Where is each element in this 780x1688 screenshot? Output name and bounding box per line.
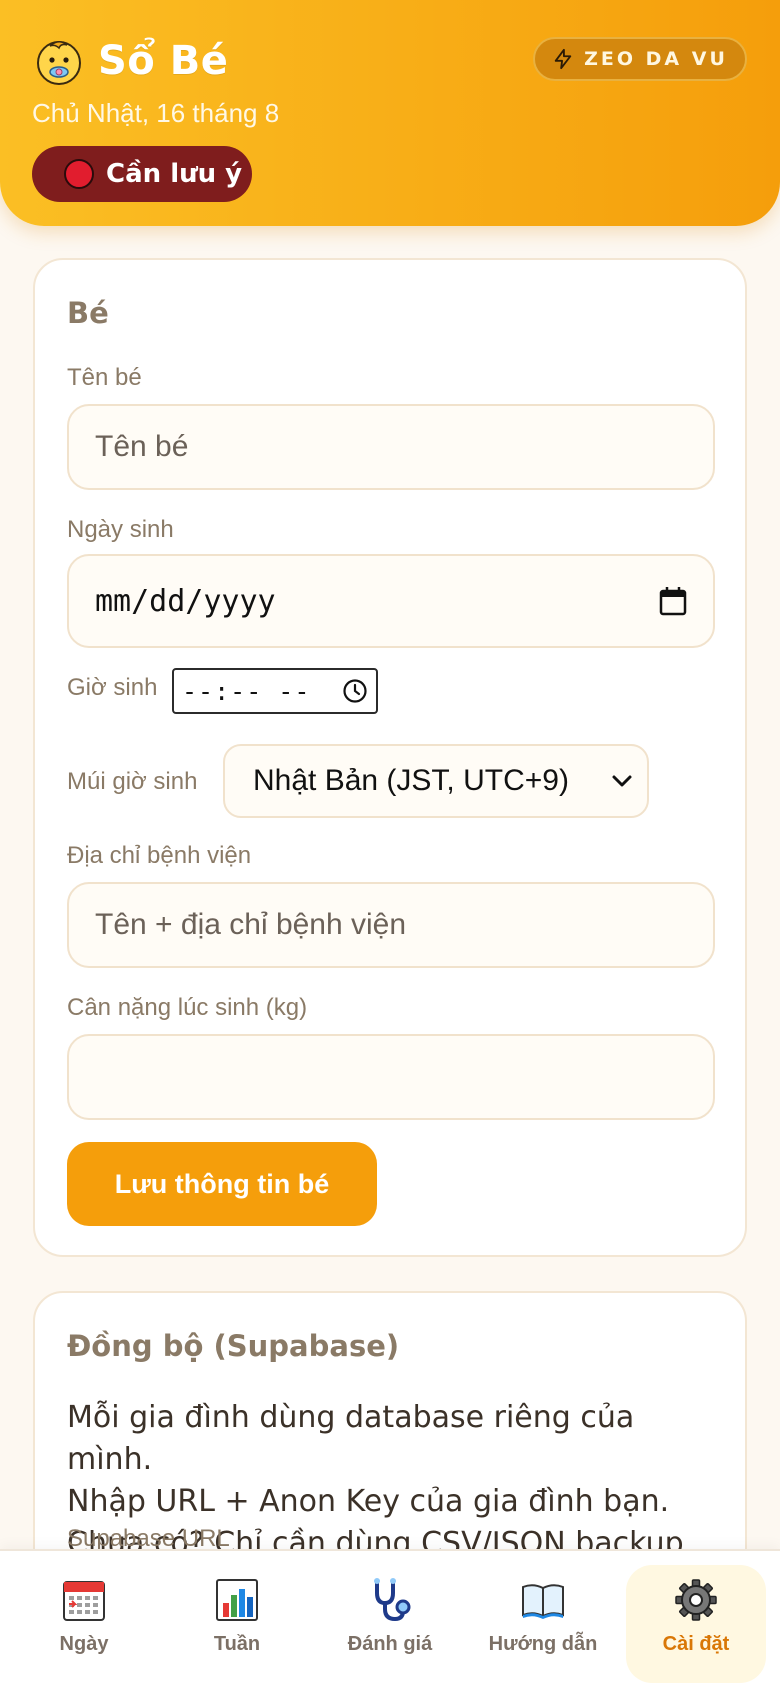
book-icon: [522, 1584, 564, 1619]
mode-toggle-button[interactable]: ZEO DA VU: [533, 37, 747, 81]
birth-weight-label: Cân nặng lúc sinh (kg): [67, 994, 308, 1021]
birth-time-input[interactable]: --:-- --: [172, 668, 378, 714]
nav-item-week[interactable]: Tuần: [167, 1565, 307, 1683]
calendar-icon: [63, 1581, 105, 1621]
current-date: Chủ Nhật, 16 tháng 8: [32, 98, 280, 128]
sync-desc-line: Mỗi gia đình dùng database riêng của mìn…: [67, 1400, 635, 1477]
red-dot-icon: [64, 159, 94, 189]
save-baby-info-button[interactable]: Lưu thông tin bé: [67, 1142, 377, 1226]
sync-desc-line: Nhập URL + Anon Key của gia đình bạn.: [67, 1484, 670, 1519]
dob-placeholder: mm/dd/yyyy: [95, 583, 276, 619]
baby-info-card: Bé Tên bé Ngày sinh mm/dd/yyyy Giờ sinh …: [33, 258, 747, 1257]
baby-card-title: Bé: [67, 296, 109, 330]
chevron-down-icon: [612, 775, 632, 787]
lightning-icon: [554, 48, 572, 70]
dob-input[interactable]: mm/dd/yyyy: [67, 554, 715, 648]
birth-time-placeholder: --:-- --: [182, 676, 311, 706]
baby-name-input[interactable]: [67, 404, 715, 490]
app-header: Sổ Bé Chủ Nhật, 16 tháng 8 Cần lưu ý ZEO…: [0, 0, 780, 226]
bottom-navigation: Ngày Tuần Đánh giá Hướng dẫn Cài đặt: [0, 1549, 780, 1688]
dob-label: Ngày sinh: [67, 516, 174, 543]
nav-label: Cài đặt: [662, 1633, 730, 1655]
stethoscope-icon: [374, 1578, 411, 1622]
nav-label: Tuần: [213, 1633, 261, 1655]
brand: Sổ Bé: [34, 36, 228, 86]
nav-item-day[interactable]: Ngày: [14, 1565, 154, 1683]
baby-face-icon: [37, 41, 81, 85]
calendar-picker-icon[interactable]: [659, 586, 687, 616]
hospital-label: Địa chỉ bệnh viện: [67, 842, 252, 869]
gear-icon: [675, 1579, 717, 1621]
nav-item-guide[interactable]: Hướng dẫn: [473, 1565, 613, 1683]
timezone-selected-value: Nhật Bản (JST, UTC+9): [253, 764, 569, 797]
nav-label: Hướng dẫn: [488, 1633, 598, 1655]
hospital-input[interactable]: [67, 882, 715, 968]
timezone-select[interactable]: Nhật Bản (JST, UTC+9): [223, 744, 649, 818]
birth-time-label: Giờ sinh: [67, 674, 158, 701]
sync-card-title: Đồng bộ (Supabase): [67, 1329, 400, 1363]
nav-item-settings[interactable]: Cài đặt: [626, 1565, 766, 1683]
alert-status-label: Cần lưu ý: [106, 159, 243, 189]
clock-icon[interactable]: [342, 678, 368, 704]
app-title: Sổ Bé: [98, 38, 229, 84]
nav-item-assessment[interactable]: Đánh giá: [320, 1565, 460, 1683]
mode-label: ZEO DA VU: [584, 48, 728, 70]
nav-label: Đánh giá: [347, 1633, 433, 1655]
timezone-label: Múi giờ sinh: [67, 768, 198, 795]
alert-status-button[interactable]: Cần lưu ý: [32, 146, 252, 202]
nav-label: Ngày: [59, 1633, 109, 1655]
bar-chart-icon: [216, 1579, 258, 1621]
birth-weight-input[interactable]: [67, 1034, 715, 1120]
name-label: Tên bé: [67, 364, 142, 391]
